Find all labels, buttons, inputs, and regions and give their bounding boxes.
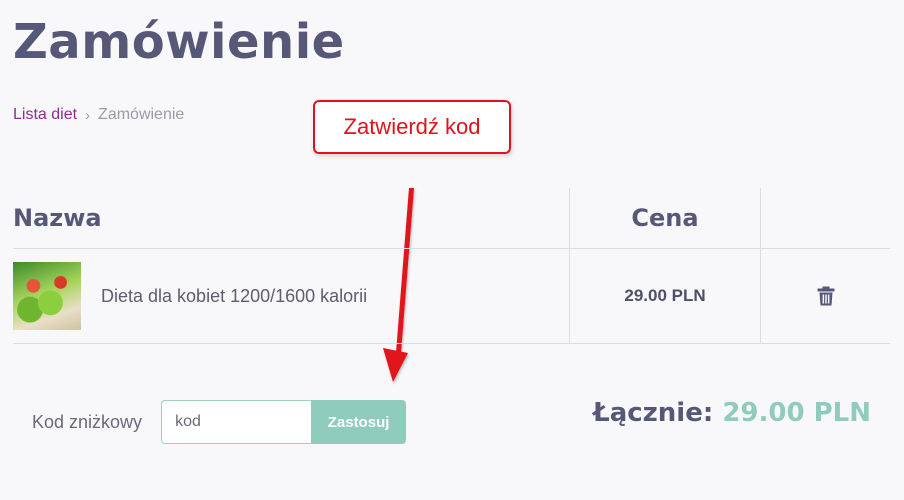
page-title: Zamówienie <box>13 14 345 70</box>
discount-form: Kod zniżkowy Zastosuj <box>32 400 407 444</box>
total-value: 29.00 PLN <box>722 398 871 428</box>
breadcrumb-current: Zamówienie <box>98 106 185 123</box>
product-name: Dieta dla kobiet 1200/1600 kalorii <box>101 285 368 306</box>
breadcrumb-link-diet-list[interactable]: Lista diet <box>13 106 77 124</box>
column-header-price: Cena <box>631 204 699 232</box>
table-row: Dieta dla kobiet 1200/1600 kalorii 29.00… <box>13 249 890 344</box>
order-total: Łącznie: 29.00 PLN <box>593 398 871 428</box>
table-header: Nazwa Cena <box>13 188 890 249</box>
chevron-right-icon: › <box>85 106 91 124</box>
product-thumbnail <box>13 262 81 330</box>
column-header-name: Nazwa <box>13 204 102 232</box>
total-label: Łącznie: <box>593 398 714 428</box>
breadcrumb: Lista diet › Zamówienie <box>13 106 184 124</box>
trash-icon[interactable] <box>815 285 837 307</box>
annotation-callout: Zatwierdź kod <box>313 100 511 154</box>
product-price: 29.00 PLN <box>624 286 706 305</box>
discount-code-input[interactable] <box>161 400 312 444</box>
apply-discount-button[interactable]: Zastosuj <box>311 400 407 444</box>
order-table: Nazwa Cena Dieta dla kobiet 1200/1600 ka… <box>13 188 890 344</box>
discount-label: Kod zniżkowy <box>32 411 143 432</box>
